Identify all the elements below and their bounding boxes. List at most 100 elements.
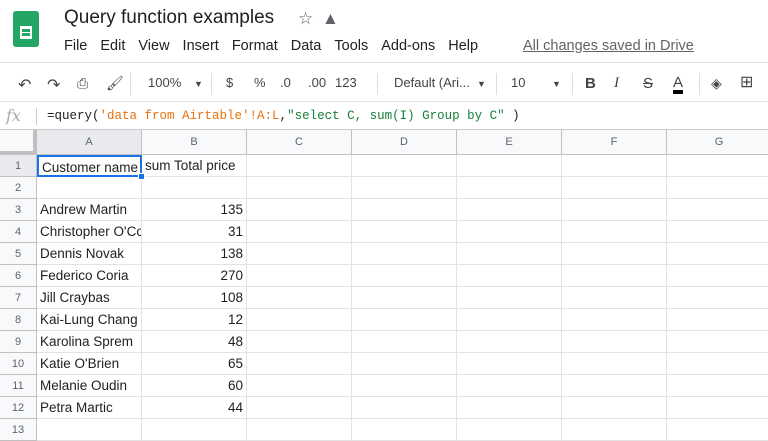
row-header[interactable]: 5 — [0, 243, 37, 265]
column-header-G[interactable]: G — [667, 130, 768, 155]
font-size-select[interactable]: 10 — [511, 75, 525, 90]
cell[interactable] — [352, 353, 457, 375]
more-formats-button[interactable]: 123 — [335, 75, 357, 90]
cell[interactable] — [457, 353, 562, 375]
currency-button[interactable]: $ — [226, 75, 233, 90]
cell[interactable] — [562, 177, 667, 199]
cell[interactable] — [457, 375, 562, 397]
cell[interactable]: 65 — [142, 353, 247, 375]
decrease-decimal-button[interactable]: .0 — [280, 75, 291, 90]
cell[interactable]: 135 — [142, 199, 247, 221]
row-header[interactable]: 4 — [0, 221, 37, 243]
cell[interactable] — [247, 243, 352, 265]
row-header[interactable]: 11 — [0, 375, 37, 397]
row-header[interactable]: 1 — [0, 155, 37, 177]
cell[interactable] — [247, 199, 352, 221]
cell[interactable] — [667, 353, 768, 375]
cell[interactable] — [142, 419, 247, 441]
cell[interactable] — [457, 199, 562, 221]
column-header-D[interactable]: D — [352, 130, 457, 155]
bold-button[interactable]: B — [585, 75, 596, 92]
cell[interactable]: 48 — [142, 331, 247, 353]
cell[interactable] — [667, 265, 768, 287]
cell[interactable] — [247, 375, 352, 397]
cell[interactable]: Petra Martic — [37, 397, 142, 419]
cell[interactable]: Jill Craybas — [37, 287, 142, 309]
row-header[interactable]: 2 — [0, 177, 37, 199]
percent-button[interactable]: % — [254, 75, 266, 90]
cell[interactable] — [352, 221, 457, 243]
cell[interactable] — [247, 353, 352, 375]
cell[interactable]: 44 — [142, 397, 247, 419]
cell[interactable] — [562, 375, 667, 397]
row-header[interactable]: 13 — [0, 419, 37, 441]
cell[interactable] — [457, 177, 562, 199]
formula-input[interactable]: =query('data from Airtable'!A:L,"select … — [47, 109, 520, 123]
formula-bar[interactable]: fx =query('data from Airtable'!A:L,"sele… — [0, 103, 768, 130]
strikethrough-button[interactable]: S — [643, 75, 653, 92]
cell[interactable] — [247, 309, 352, 331]
cell[interactable] — [667, 331, 768, 353]
cell[interactable]: Dennis Novak — [37, 243, 142, 265]
document-title[interactable]: Query function examples — [64, 7, 274, 29]
cell[interactable] — [352, 243, 457, 265]
borders-icon[interactable]: ⊞ — [740, 72, 753, 92]
cell[interactable] — [352, 309, 457, 331]
column-header-C[interactable]: C — [247, 130, 352, 155]
cell[interactable] — [37, 177, 142, 199]
cell[interactable] — [562, 331, 667, 353]
cell[interactable] — [667, 309, 768, 331]
cell[interactable] — [562, 221, 667, 243]
cell[interactable]: sum Total price — [142, 155, 247, 177]
cell[interactable] — [457, 221, 562, 243]
cell[interactable] — [562, 199, 667, 221]
cell[interactable] — [457, 287, 562, 309]
cell[interactable] — [352, 199, 457, 221]
column-header-A[interactable]: A — [37, 130, 142, 155]
selected-cell[interactable]: Customer name — [37, 155, 142, 177]
cell[interactable] — [667, 177, 768, 199]
paint-format-icon[interactable]: 🖌 — [106, 75, 124, 92]
cell[interactable] — [457, 419, 562, 441]
cell[interactable]: Melanie Oudin — [37, 375, 142, 397]
cell[interactable] — [247, 331, 352, 353]
cell[interactable] — [352, 287, 457, 309]
cell[interactable] — [562, 287, 667, 309]
cell[interactable] — [247, 177, 352, 199]
cell[interactable] — [352, 265, 457, 287]
increase-decimal-button[interactable]: .00 — [308, 75, 326, 90]
cell[interactable] — [562, 309, 667, 331]
save-status-link[interactable]: All changes saved in Drive — [523, 38, 694, 54]
column-header-E[interactable]: E — [457, 130, 562, 155]
cell[interactable] — [457, 155, 562, 177]
cell[interactable] — [37, 419, 142, 441]
cell[interactable] — [457, 309, 562, 331]
cell[interactable] — [457, 397, 562, 419]
cell[interactable]: Andrew Martin — [37, 199, 142, 221]
cell[interactable] — [247, 221, 352, 243]
menu-edit[interactable]: Edit — [100, 38, 125, 54]
cell[interactable] — [667, 221, 768, 243]
star-icon[interactable]: ☆ — [298, 9, 313, 29]
menu-data[interactable]: Data — [291, 38, 322, 54]
menu-view[interactable]: View — [138, 38, 169, 54]
cell[interactable]: Federico Coria — [37, 265, 142, 287]
cell[interactable] — [562, 419, 667, 441]
text-color-button[interactable]: A — [673, 75, 684, 94]
cell[interactable]: 270 — [142, 265, 247, 287]
cell[interactable] — [562, 397, 667, 419]
cell[interactable]: 108 — [142, 287, 247, 309]
row-header[interactable]: 3 — [0, 199, 37, 221]
column-header-F[interactable]: F — [562, 130, 667, 155]
cell[interactable] — [457, 243, 562, 265]
cell[interactable] — [352, 397, 457, 419]
row-header[interactable]: 7 — [0, 287, 37, 309]
menu-insert[interactable]: Insert — [183, 38, 219, 54]
cell[interactable]: Karolina Sprem — [37, 331, 142, 353]
menu-tools[interactable]: Tools — [334, 38, 368, 54]
row-header[interactable]: 12 — [0, 397, 37, 419]
cell[interactable] — [457, 265, 562, 287]
row-header[interactable]: 9 — [0, 331, 37, 353]
cell[interactable] — [667, 199, 768, 221]
cell[interactable]: Kai-Lung Chang — [37, 309, 142, 331]
